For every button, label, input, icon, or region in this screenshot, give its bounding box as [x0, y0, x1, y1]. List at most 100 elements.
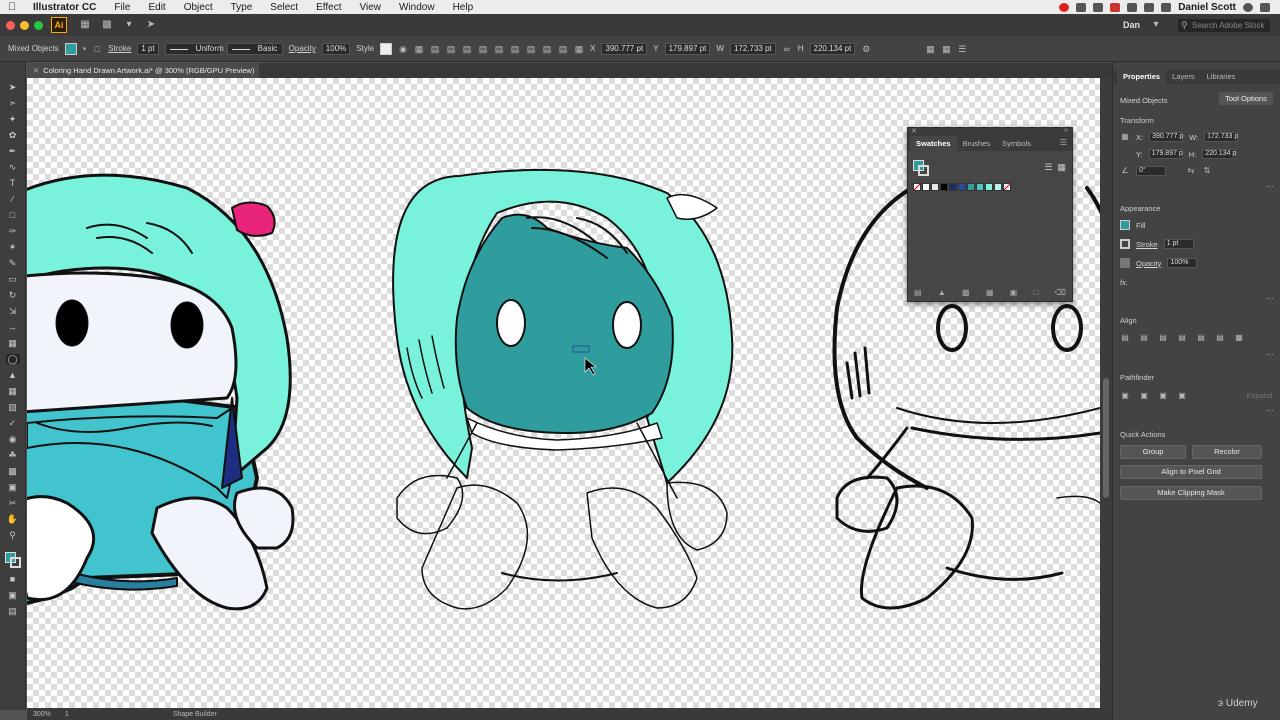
menu-app-name[interactable]: Illustrator CC — [24, 2, 105, 13]
color-swatch[interactable] — [958, 183, 966, 191]
type-tool-icon[interactable]: T — [6, 178, 20, 188]
expand-button[interactable]: Expand — [1247, 391, 1272, 400]
lasso-tool-icon[interactable]: ✿ — [6, 130, 20, 140]
none-swatch[interactable] — [1003, 183, 1011, 191]
zoom-window-button[interactable] — [34, 20, 43, 30]
view-options-icon[interactable]: ▾ — [121, 18, 137, 32]
artboard-tool-icon[interactable]: ▣ — [6, 482, 20, 492]
delete-swatch-icon[interactable]: ⌫ — [1055, 288, 1066, 297]
tab-properties[interactable]: Properties — [1117, 70, 1167, 84]
align-to-icon[interactable]: ▦ — [414, 44, 424, 54]
free-transform-tool-icon[interactable]: ▦ — [6, 338, 20, 348]
stroke-swatch-icon[interactable] — [1120, 239, 1130, 249]
mesh-tool-icon[interactable]: ▦ — [6, 386, 20, 396]
tab-brushes[interactable]: Brushes — [957, 136, 997, 151]
rectangle-tool-icon[interactable]: □ — [6, 210, 20, 220]
drawing-mode-icon[interactable]: ▣ — [6, 590, 20, 600]
direct-selection-tool-icon[interactable]: ➣ — [6, 98, 20, 108]
status-icon[interactable] — [1076, 2, 1087, 12]
eyedropper-tool-icon[interactable]: ✓ — [6, 418, 20, 428]
opacity-field[interactable]: 100% — [321, 42, 351, 55]
close-window-button[interactable] — [6, 20, 15, 30]
flip-horizontal-icon[interactable]: ⇆ — [1186, 167, 1196, 175]
screen-mode-icon[interactable]: ▤ — [6, 606, 20, 616]
hand-tool-icon[interactable]: ✋ — [6, 514, 20, 524]
tab-libraries[interactable]: Libraries — [1201, 70, 1242, 84]
align-to-pixel-grid-button[interactable]: Align to Pixel Grid — [1120, 465, 1262, 479]
menu-window[interactable]: Window — [390, 2, 444, 13]
align-left-icon[interactable]: ▤ — [430, 44, 440, 54]
panel-menu-icon[interactable]: ☰ — [957, 44, 967, 54]
reference-point-icon[interactable]: ▦ — [1120, 133, 1130, 141]
make-clipping-mask-button[interactable]: Make Clipping Mask — [1120, 486, 1262, 500]
notification-center-icon[interactable] — [1260, 2, 1270, 12]
grid-view-icon[interactable]: ▦ — [1057, 162, 1066, 173]
fill-swatch[interactable] — [64, 42, 77, 55]
align-vertical-center-icon[interactable]: ▤ — [1196, 334, 1206, 342]
align-top-icon[interactable]: ▤ — [1177, 334, 1187, 342]
opacity-field[interactable]: 100% — [1167, 258, 1198, 268]
shape-builder-tool-icon[interactable]: ◯ — [5, 354, 20, 364]
x-position-field[interactable]: 390.777 p — [1149, 132, 1183, 142]
group-button[interactable]: Group — [1120, 445, 1186, 459]
menu-edit[interactable]: Edit — [139, 2, 174, 13]
workspace-switcher[interactable]: Dan — [1123, 20, 1140, 30]
blend-tool-icon[interactable]: ◉ — [6, 434, 20, 444]
menu-help[interactable]: Help — [444, 2, 483, 13]
share-icon[interactable]: ➤ — [143, 18, 159, 32]
status-icon[interactable] — [1110, 2, 1121, 12]
more-options-icon[interactable]: ⋯ — [1266, 406, 1274, 415]
align-middle-icon[interactable]: ▤ — [494, 44, 504, 54]
distribute-icon[interactable]: ▤ — [526, 44, 536, 54]
variable-width-profile[interactable]: Uniform — [164, 42, 224, 55]
graphic-style-swatch[interactable] — [380, 42, 393, 55]
rotate-tool-icon[interactable]: ↻ — [6, 290, 20, 300]
distribute-icon[interactable]: ▤ — [558, 44, 568, 54]
paintbrush-tool-icon[interactable]: ✑ — [6, 226, 20, 236]
creative-cloud-icon[interactable] — [1059, 2, 1070, 12]
registration-swatch[interactable] — [922, 183, 930, 191]
pen-tool-icon[interactable]: ✒ — [6, 146, 20, 156]
pencil-tool-icon[interactable]: ✎ — [6, 258, 20, 268]
align-right-icon[interactable]: ▤ — [1158, 334, 1168, 342]
collapse-panel-icon[interactable]: » — [1064, 127, 1068, 134]
height-field[interactable]: 220.134 pt — [809, 42, 856, 55]
search-icon[interactable] — [1243, 2, 1253, 12]
align-left-icon[interactable]: ▤ — [1120, 334, 1130, 342]
menu-type[interactable]: Type — [222, 2, 262, 13]
document-tab[interactable]: ✕ Coloring Hand Drawn Artwork.ai* @ 300% … — [27, 63, 259, 78]
distribute-icon[interactable]: ▤ — [542, 44, 552, 54]
artboard-navigator[interactable]: 1 — [65, 711, 69, 718]
menu-object[interactable]: Object — [175, 2, 222, 13]
slice-tool-icon[interactable]: ✂ — [6, 498, 20, 508]
scale-tool-icon[interactable]: ⇲ — [6, 306, 20, 316]
transform-options-icon[interactable]: ⚙ — [861, 44, 871, 54]
fill-stroke-indicator[interactable] — [4, 552, 21, 568]
wifi-icon[interactable] — [1127, 2, 1138, 12]
tool-options-button[interactable]: Tool Options — [1219, 92, 1273, 105]
menubar-user-name[interactable]: Daniel Scott — [1178, 2, 1236, 13]
align-top-icon[interactable]: ▤ — [478, 44, 488, 54]
align-bottom-icon[interactable]: ▤ — [1215, 334, 1225, 342]
graph-tool-icon[interactable]: ▩ — [6, 466, 20, 476]
chevron-down-icon[interactable]: ▾ — [83, 45, 87, 53]
more-options-icon[interactable]: ⋯ — [1266, 294, 1274, 303]
line-tool-icon[interactable]: ∕ — [6, 194, 20, 204]
minus-front-icon[interactable]: ▣ — [1139, 391, 1149, 400]
bridge-icon[interactable]: ▦ — [77, 18, 93, 32]
zoom-tool-icon[interactable]: ⚲ — [6, 530, 20, 540]
perspective-grid-tool-icon[interactable]: ▲ — [6, 370, 20, 380]
width-tool-icon[interactable]: ↔ — [6, 322, 20, 332]
close-panel-icon[interactable]: ✕ — [911, 127, 917, 135]
swatch-libraries-icon[interactable]: ▤ — [914, 288, 922, 297]
flip-vertical-icon[interactable]: ⇅ — [1202, 167, 1212, 175]
recolor-artwork-icon[interactable]: ◉ — [398, 44, 408, 54]
align-right-icon[interactable]: ▤ — [462, 44, 472, 54]
status-icon[interactable] — [1093, 2, 1104, 12]
y-position-field[interactable]: 179.897 pt — [664, 42, 711, 55]
close-tab-icon[interactable]: ✕ — [33, 66, 39, 75]
stroke-weight-field[interactable]: 1 pt — [1163, 239, 1194, 249]
rotate-angle-field[interactable]: 0° — [1136, 166, 1166, 176]
stroke-swatch-icon[interactable]: □ — [92, 44, 102, 54]
align-center-icon[interactable]: ▤ — [446, 44, 456, 54]
